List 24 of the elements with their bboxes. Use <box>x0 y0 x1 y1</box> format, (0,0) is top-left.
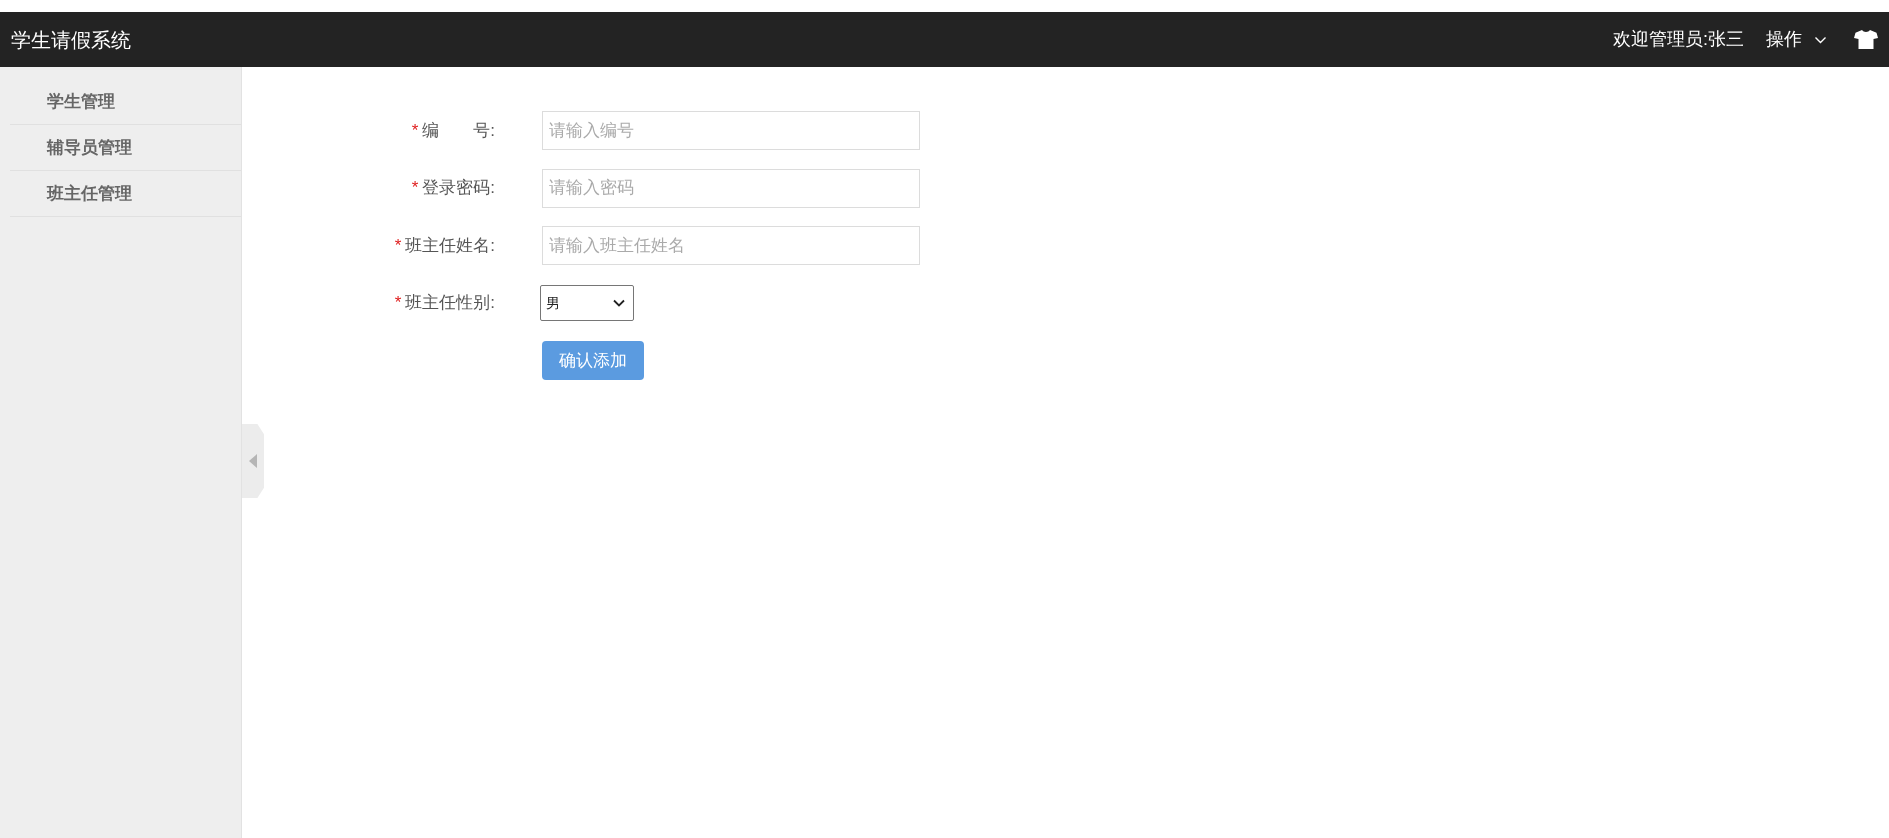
sidebar-item[interactable]: 班主任管理 <box>10 171 241 216</box>
collapse-handle[interactable] <box>242 424 264 498</box>
caret-left-icon <box>249 454 257 468</box>
app-title: 学生请假系统 <box>11 27 131 53</box>
required-asterisk: * <box>411 177 419 200</box>
required-asterisk: * <box>394 234 402 257</box>
text-input-field[interactable]: 请输入班主任姓名 <box>542 226 920 265</box>
text-input-field[interactable]: 请输入密码 <box>542 168 920 208</box>
required-asterisk: * <box>394 292 402 315</box>
text-input-field[interactable]: 请输入编号 <box>542 111 920 150</box>
field-label: 班主任性别: <box>405 292 495 315</box>
gender-select[interactable]: 男 <box>540 285 634 321</box>
field-label: 登录密码: <box>422 177 495 200</box>
chevron-down-icon <box>1814 35 1827 44</box>
required-asterisk: * <box>411 119 419 142</box>
field-label: 编 号: <box>422 119 495 142</box>
field-label: 班主任姓名: <box>405 234 495 257</box>
actions-menu[interactable]: 操作 <box>1766 26 1827 53</box>
chevron-down-icon <box>613 299 625 307</box>
t-shirt-icon[interactable] <box>1854 30 1878 49</box>
confirm-add-button[interactable]: 确认添加 <box>542 341 644 380</box>
welcome-text: 欢迎管理员:张三 <box>1613 28 1744 51</box>
sidebar-item[interactable]: 学生管理 <box>10 79 241 124</box>
sidebar-item[interactable]: 辅导员管理 <box>10 125 241 170</box>
